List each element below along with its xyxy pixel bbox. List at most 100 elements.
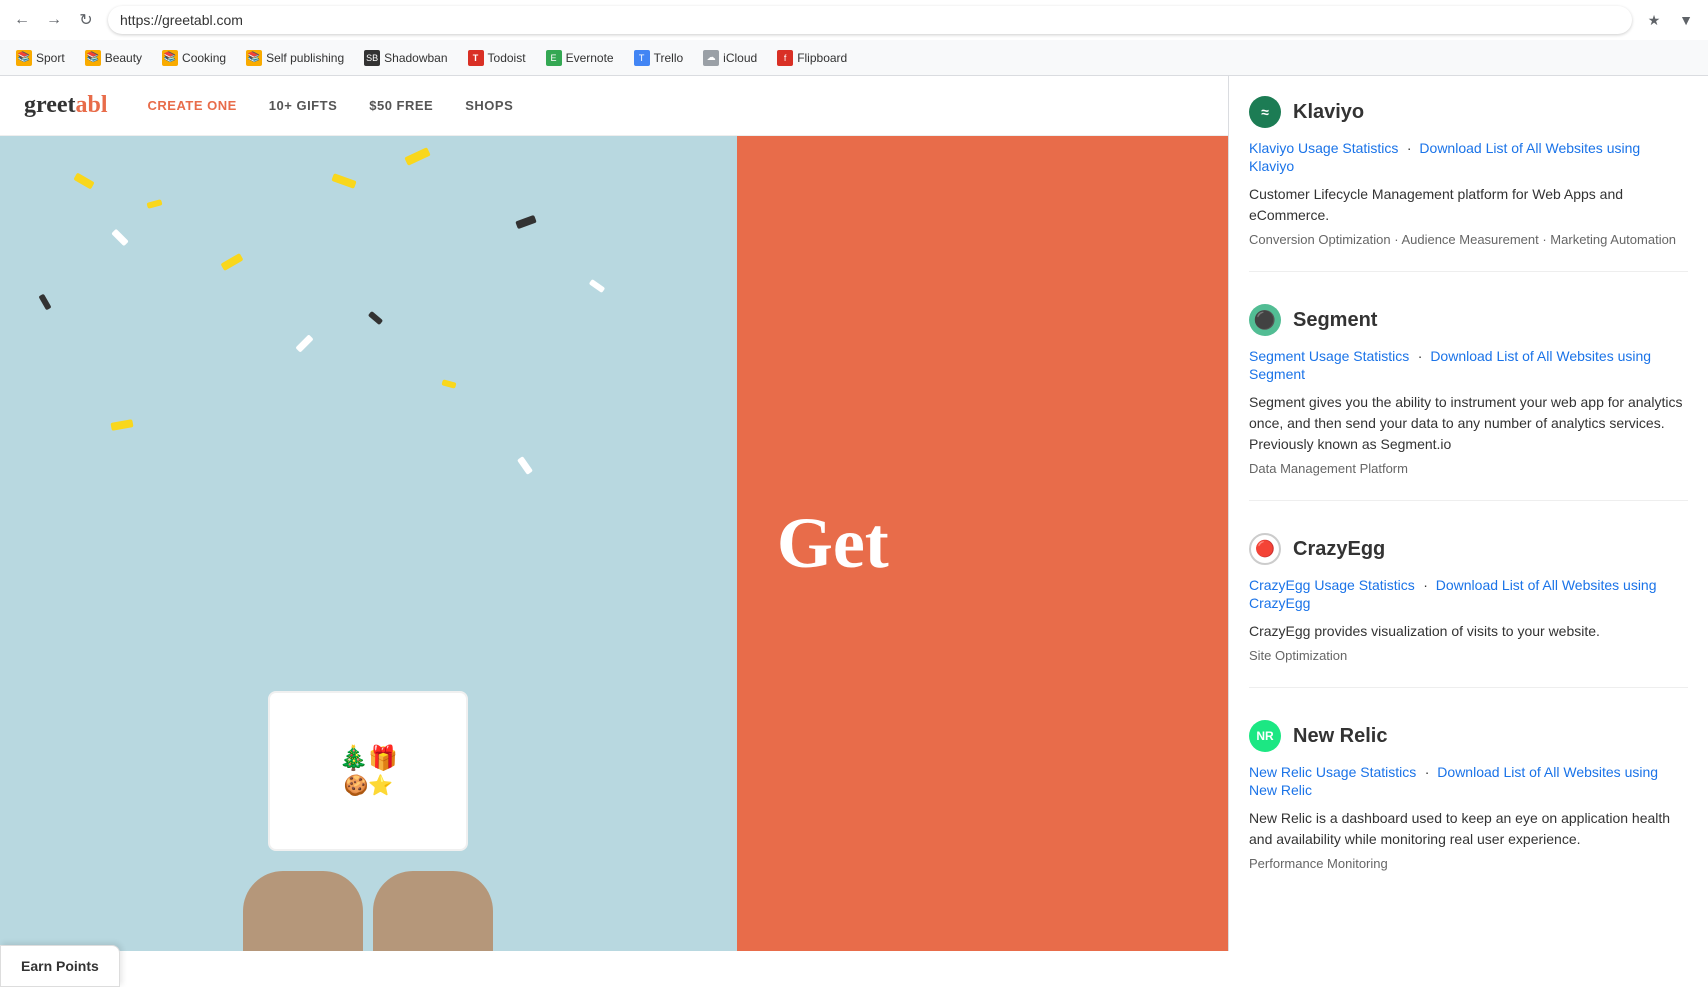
bookmark-todoist-icon: T	[468, 50, 484, 66]
confetti-3	[111, 228, 129, 246]
crazyegg-icon: 🔴	[1249, 533, 1281, 565]
bookmark-shadowban[interactable]: SB Shadowban	[356, 46, 455, 70]
tool-entry-crazyegg: 🔴 CrazyEgg CrazyEgg Usage Statistics · D…	[1249, 533, 1688, 688]
crazyegg-name: CrazyEgg	[1293, 538, 1385, 561]
confetti-10	[589, 279, 606, 293]
segment-icon: ⚫	[1249, 304, 1281, 336]
bookmark-todoist[interactable]: T Todoist	[460, 46, 534, 70]
segment-name: Segment	[1293, 309, 1377, 332]
tool-entry-klaviyo: ≈ Klaviyo Klaviyo Usage Statistics · Dow…	[1249, 96, 1688, 272]
refresh-button[interactable]: ↻	[72, 6, 100, 34]
hands-gift-container: 🎄🎁 🍪⭐	[243, 691, 493, 951]
newrelic-stats-link[interactable]: New Relic Usage Statistics	[1249, 764, 1416, 780]
hero-text: Get	[777, 502, 889, 585]
hero-left: 🎄🎁 🍪⭐	[0, 136, 737, 951]
bookmark-evernote-icon: E	[546, 50, 562, 66]
greetabl-nav-links: CREATE ONE 10+ GIFTS $50 FREE SHOPS	[148, 98, 514, 113]
bookmark-beauty-icon: 📚	[85, 50, 101, 66]
gift-box-content: 🎄🎁 🍪⭐	[329, 734, 409, 808]
newrelic-category: Performance Monitoring	[1249, 856, 1688, 871]
bookmark-trello[interactable]: T Trello	[626, 46, 692, 70]
bookmark-flipboard[interactable]: f Flipboard	[769, 46, 855, 70]
klaviyo-category: Conversion Optimization · Audience Measu…	[1249, 232, 1688, 247]
hero-right: Get	[737, 136, 1228, 951]
segment-separator: ·	[1418, 348, 1427, 364]
bookmark-cooking[interactable]: 📚 Cooking	[154, 46, 234, 70]
bookmark-sport-icon: 📚	[16, 50, 32, 66]
bookmark-icloud[interactable]: ☁ iCloud	[695, 46, 765, 70]
back-button[interactable]: ←	[8, 6, 36, 34]
klaviyo-links: Klaviyo Usage Statistics · Download List…	[1249, 140, 1688, 176]
gift-icon-christmas-tree: 🎄🎁	[339, 744, 399, 773]
confetti-13	[405, 147, 431, 166]
tool-header-klaviyo: ≈ Klaviyo	[1249, 96, 1688, 128]
bookmark-button[interactable]: ★	[1640, 6, 1668, 34]
segment-description: Segment gives you the ability to instrum…	[1249, 392, 1688, 455]
bookmark-selfpublishing-icon: 📚	[246, 50, 262, 66]
website-content: greetabl CREATE ONE 10+ GIFTS $50 FREE S…	[0, 76, 1228, 951]
forward-button[interactable]: →	[40, 6, 68, 34]
crazyegg-category: Site Optimization	[1249, 648, 1688, 663]
confetti-14	[368, 311, 383, 325]
confetti-6	[331, 173, 356, 189]
bookmark-sport[interactable]: 📚 Sport	[8, 46, 73, 70]
address-bar-row: ← → ↻ ★ ▼	[0, 0, 1708, 40]
confetti-5	[38, 294, 51, 311]
confetti-9	[515, 214, 537, 228]
tool-header-segment: ⚫ Segment	[1249, 304, 1688, 336]
nav-free[interactable]: $50 FREE	[369, 98, 433, 113]
newrelic-separator: ·	[1425, 764, 1434, 780]
bookmark-flipboard-label: Flipboard	[797, 51, 847, 65]
bookmark-shadowban-label: Shadowban	[384, 51, 447, 65]
extensions-button[interactable]: ▼	[1672, 6, 1700, 34]
bookmark-selfpublishing-label: Self publishing	[266, 51, 344, 65]
bookmarks-bar: 📚 Sport 📚 Beauty 📚 Cooking 📚 Self publis…	[0, 40, 1708, 76]
bookmark-icloud-icon: ☁	[703, 50, 719, 66]
klaviyo-description: Customer Lifecycle Management platform f…	[1249, 184, 1688, 226]
newrelic-links: New Relic Usage Statistics · Download Li…	[1249, 764, 1688, 800]
hero-section: 🎄🎁 🍪⭐ Get	[0, 136, 1228, 951]
bookmark-shadowban-icon: SB	[364, 50, 380, 66]
earn-points-badge[interactable]: Earn Points	[0, 945, 120, 987]
earn-points-label: Earn Points	[21, 958, 99, 974]
greetabl-logo: greetabl	[24, 92, 108, 119]
bookmark-flipboard-icon: f	[777, 50, 793, 66]
browser-chrome: ← → ↻ ★ ▼ 📚 Sport 📚 Beauty 📚 Cooking 📚 S…	[0, 0, 1708, 76]
segment-links: Segment Usage Statistics · Download List…	[1249, 348, 1688, 384]
bookmark-selfpublishing[interactable]: 📚 Self publishing	[238, 46, 352, 70]
nav-buttons: ← → ↻	[8, 6, 100, 34]
crazyegg-stats-link[interactable]: CrazyEgg Usage Statistics	[1249, 577, 1415, 593]
bookmark-evernote-label: Evernote	[566, 51, 614, 65]
bookmark-sport-label: Sport	[36, 51, 65, 65]
right-hand	[373, 871, 493, 951]
newrelic-description: New Relic is a dashboard used to keep an…	[1249, 808, 1688, 850]
nav-shops[interactable]: SHOPS	[465, 98, 513, 113]
crazyegg-separator: ·	[1423, 577, 1432, 593]
tool-header-crazyegg: 🔴 CrazyEgg	[1249, 533, 1688, 565]
nav-gifts[interactable]: 10+ GIFTS	[269, 98, 337, 113]
confetti-8	[442, 379, 457, 388]
tool-header-newrelic: NR New Relic	[1249, 720, 1688, 752]
browser-actions: ★ ▼	[1640, 6, 1700, 34]
segment-stats-link[interactable]: Segment Usage Statistics	[1249, 348, 1409, 364]
left-hand	[243, 871, 363, 951]
gift-icon-gingerbread: 🍪⭐	[339, 773, 399, 798]
tool-entry-segment: ⚫ Segment Segment Usage Statistics · Dow…	[1249, 304, 1688, 501]
popup-panel[interactable]: ≈ Klaviyo Klaviyo Usage Statistics · Dow…	[1228, 76, 1708, 951]
bookmark-evernote[interactable]: E Evernote	[538, 46, 622, 70]
bookmark-icloud-label: iCloud	[723, 51, 757, 65]
klaviyo-separator: ·	[1407, 140, 1416, 156]
confetti-11	[110, 419, 133, 431]
address-input[interactable]	[108, 6, 1632, 34]
bookmark-beauty[interactable]: 📚 Beauty	[77, 46, 150, 70]
hands-silhouette	[243, 871, 493, 951]
klaviyo-icon: ≈	[1249, 96, 1281, 128]
crazyegg-links: CrazyEgg Usage Statistics · Download Lis…	[1249, 577, 1688, 613]
segment-category: Data Management Platform	[1249, 461, 1688, 476]
nav-create[interactable]: CREATE ONE	[148, 98, 237, 113]
gift-box: 🎄🎁 🍪⭐	[268, 691, 468, 851]
confetti-12	[517, 456, 533, 475]
confetti-1	[73, 172, 94, 189]
klaviyo-stats-link[interactable]: Klaviyo Usage Statistics	[1249, 140, 1398, 156]
main-content: greetabl CREATE ONE 10+ GIFTS $50 FREE S…	[0, 76, 1708, 951]
